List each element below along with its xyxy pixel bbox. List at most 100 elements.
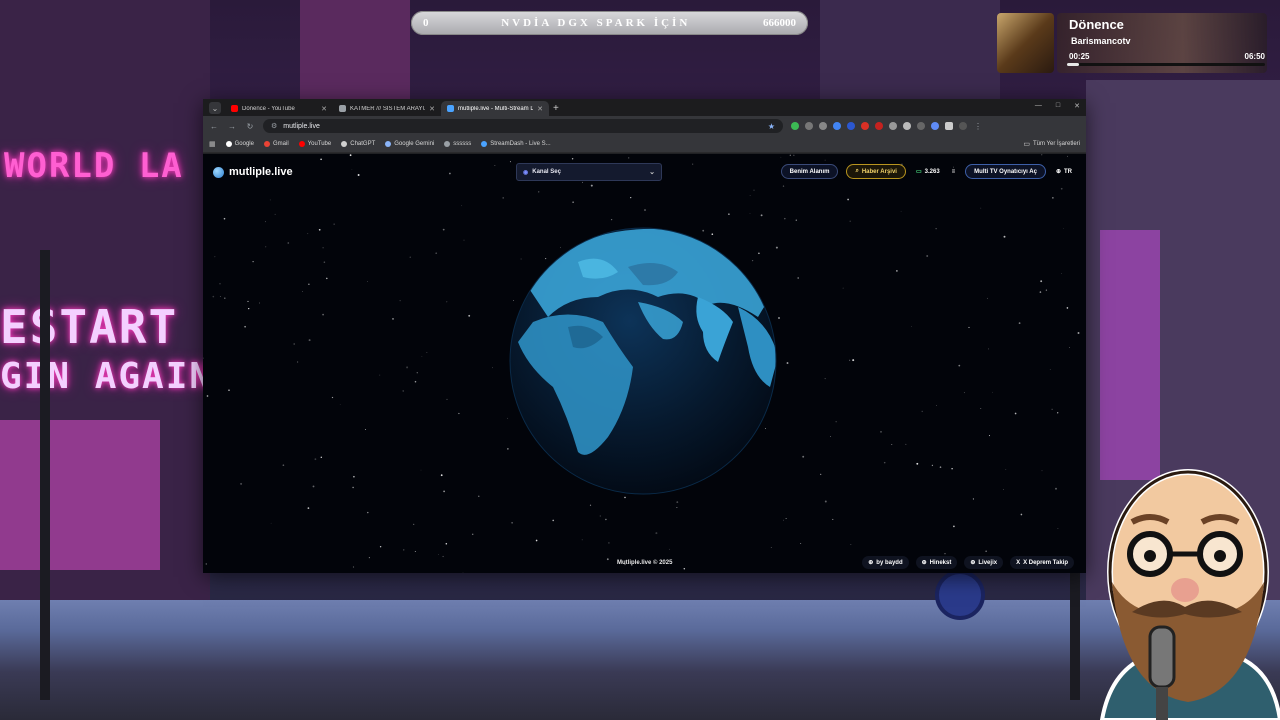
star (379, 545, 382, 548)
menu-kebab-icon[interactable]: ⋮ (973, 122, 983, 131)
extension-icon[interactable] (833, 122, 841, 130)
star (931, 464, 934, 467)
star (259, 302, 261, 304)
x-logo-icon: X (1016, 559, 1021, 566)
star (420, 469, 422, 471)
bookmark-item[interactable]: Google (225, 141, 254, 147)
footer-link[interactable]: ⊕ by baydd (862, 556, 909, 569)
tab-close-icon[interactable]: ✕ (429, 105, 435, 113)
star (511, 521, 513, 524)
language-selector[interactable]: ⊕ TR (1054, 164, 1074, 179)
star (683, 568, 686, 570)
bookmark-label: Google Gemini (394, 141, 435, 147)
language-globe-icon: ⊕ (1055, 169, 1061, 175)
minimize-icon[interactable]: — (1035, 102, 1042, 110)
star (951, 468, 953, 470)
open-multi-tv-button[interactable]: Multi TV Oynatıcıyı Aç (965, 164, 1046, 179)
extension-icon[interactable] (903, 122, 911, 130)
star (883, 461, 886, 464)
extension-icon[interactable] (791, 122, 799, 130)
star (314, 458, 317, 461)
extension-icon[interactable] (875, 122, 883, 130)
close-icon[interactable]: ✕ (1074, 102, 1080, 110)
all-bookmarks-folder[interactable]: ▭ Tüm Yer İşaretleri (1023, 140, 1080, 148)
apps-grid-icon[interactable]: ▦ (209, 140, 216, 148)
tab-close-icon[interactable]: ✕ (537, 105, 543, 113)
extension-icon[interactable] (889, 122, 897, 130)
bookmark-item[interactable]: YouTube (298, 141, 331, 147)
bookmark-item[interactable]: StreamDash - Live S... (481, 141, 551, 147)
star (353, 475, 355, 478)
extension-icon[interactable] (861, 122, 869, 130)
address-bar[interactable]: ⚙ mutliple.live ★ (263, 119, 783, 133)
star (944, 553, 946, 555)
browser-tab[interactable]: Dönence - YouTube ✕ (225, 101, 333, 116)
reload-icon[interactable]: ↻ (245, 122, 255, 131)
album-cover (997, 13, 1054, 73)
star (426, 352, 428, 354)
neon-sign-world: WORLD LA (4, 146, 184, 186)
extension-icon[interactable] (931, 122, 939, 130)
site-info-icon[interactable]: ⚙ (271, 122, 277, 130)
bookmark-item[interactable]: ssssss (444, 141, 471, 147)
star (1005, 469, 1007, 470)
bookmark-item[interactable]: Google Gemini (385, 141, 434, 147)
bookmark-favicon-icon (385, 141, 392, 147)
news-archive-label: Haber Arşivi (861, 168, 897, 175)
menu-button[interactable]: ≡ (950, 164, 958, 179)
tab-close-icon[interactable]: ✕ (321, 105, 327, 113)
star (440, 474, 443, 477)
banner-title: NVDİA DGX SPARK İÇİN (501, 17, 691, 29)
star (240, 482, 243, 485)
star (847, 198, 849, 201)
tab-favicon-icon (447, 105, 454, 112)
channel-select-dropdown[interactable]: ◉ Kanal Seç ⌄ (516, 163, 662, 181)
star (749, 213, 751, 215)
star (958, 364, 961, 367)
bookmark-favicon-icon (298, 141, 305, 147)
star (552, 519, 555, 522)
extension-icon[interactable] (847, 122, 855, 130)
footer-link[interactable]: ⊕ Livejix (964, 556, 1004, 569)
star (223, 217, 226, 220)
extension-icon[interactable] (819, 122, 827, 130)
bookmark-item[interactable]: Gmail (263, 141, 289, 147)
browser-tab[interactable]: mutliple.live - Multi-Stream Dis ✕ (441, 101, 549, 116)
star (606, 558, 609, 561)
bookmark-favicon-icon (263, 141, 270, 147)
star (352, 566, 355, 568)
star (624, 496, 626, 499)
tab-search-button[interactable]: ⌄ (209, 102, 221, 114)
star (905, 443, 907, 445)
extension-icon[interactable] (805, 122, 813, 130)
star (728, 213, 730, 215)
star (463, 239, 465, 241)
new-tab-button[interactable]: + (553, 103, 559, 114)
browser-tab[interactable]: KATMER /// SİSTEM ARAYÜZÜ✕ (333, 101, 441, 116)
banner-right-value: 666000 (763, 17, 796, 29)
bookmark-star-icon[interactable]: ★ (768, 122, 775, 131)
news-archive-button[interactable]: ⌕ Haber Arşivi (846, 164, 906, 179)
forward-icon[interactable]: → (227, 122, 237, 131)
profile-icon[interactable] (959, 122, 967, 130)
extensions-row: ⋮ (791, 122, 983, 131)
bookmark-item[interactable]: ChatGPT (341, 141, 375, 147)
tab-list: Dönence - YouTube ✕ KATMER /// SİSTEM ARAY… (225, 101, 549, 116)
my-area-button[interactable]: Benim Alanım (780, 164, 839, 179)
footer-link-label: Hinekst (929, 559, 952, 566)
extensions-puzzle-icon[interactable] (945, 122, 953, 130)
star (438, 554, 439, 555)
extension-icon[interactable] (917, 122, 925, 130)
interactive-globe[interactable] (508, 227, 778, 495)
star (1003, 235, 1006, 238)
site-brand[interactable]: mutliple.live (213, 166, 293, 178)
maximize-icon[interactable]: □ (1056, 102, 1060, 110)
star (302, 291, 303, 292)
neon-sign-restart: ESTART (0, 300, 179, 354)
footer-link[interactable]: ⊕ Hinekst (915, 556, 958, 569)
tab-favicon-icon (231, 105, 238, 112)
star (849, 220, 851, 222)
back-icon[interactable]: ← (209, 122, 219, 131)
footer-link[interactable]: XX Deprem Takip (1010, 556, 1074, 569)
star (399, 300, 401, 302)
